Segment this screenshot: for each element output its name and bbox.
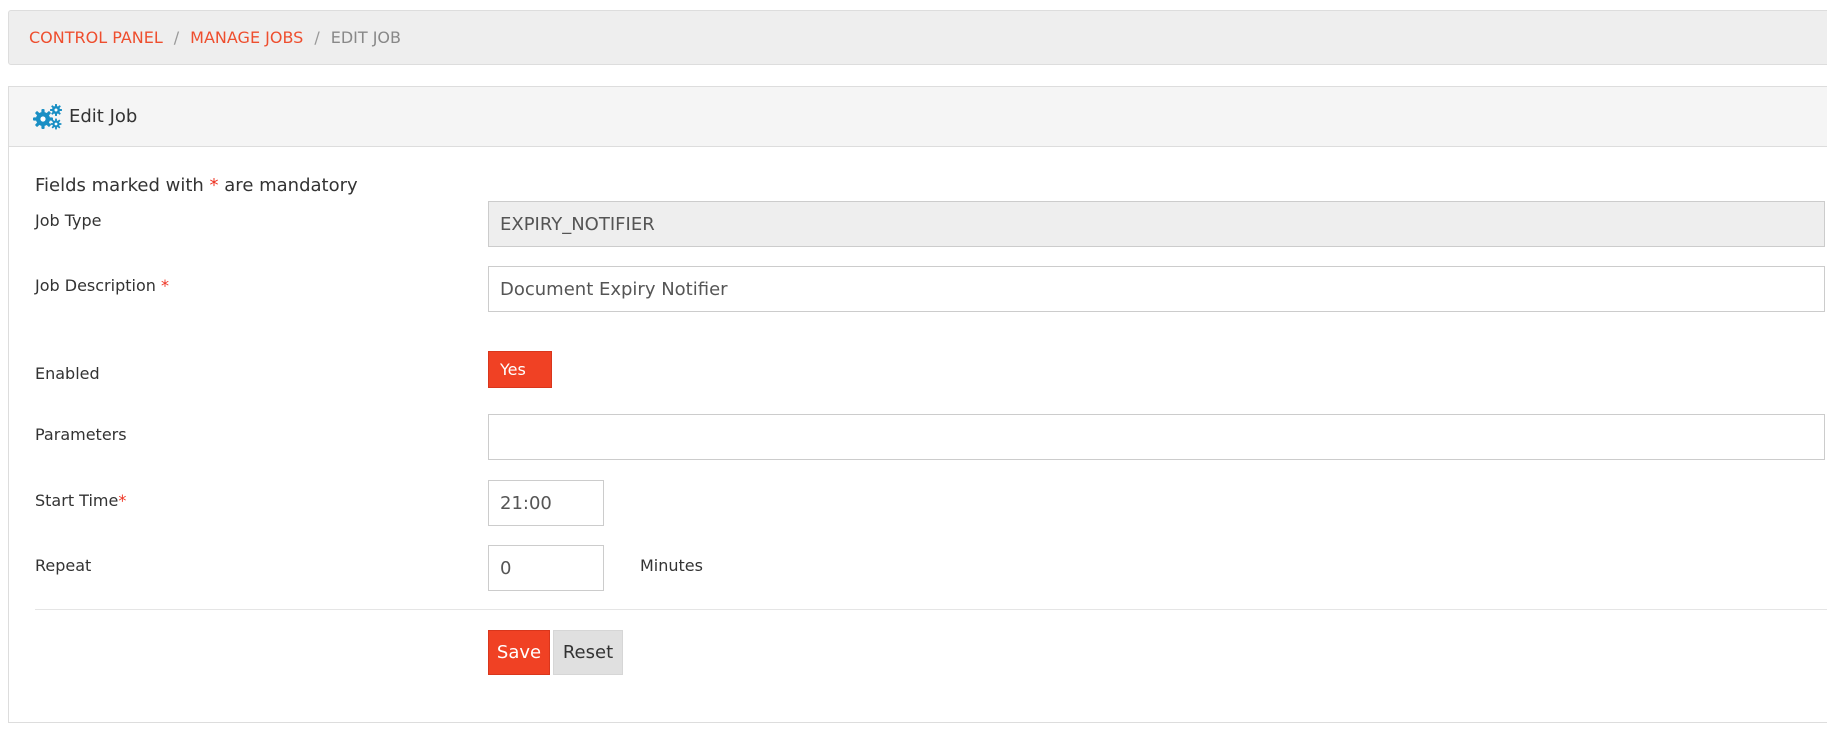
repeat-label: Repeat: [35, 556, 92, 575]
job-type-label: Job Type: [35, 211, 102, 230]
form-divider: [35, 609, 1827, 610]
breadcrumb-separator: /: [314, 28, 320, 47]
panel-title: Edit Job: [69, 106, 138, 127]
repeat-unit-label: Minutes: [640, 556, 703, 575]
repeat-input[interactable]: [488, 545, 604, 591]
required-asterisk: *: [160, 276, 169, 295]
job-description-label: Job Description *: [35, 276, 169, 295]
enabled-label: Enabled: [35, 364, 100, 383]
panel-heading: Edit Job: [9, 87, 1827, 147]
breadcrumb-manage-jobs-link[interactable]: MANAGE JOBS: [190, 28, 303, 47]
start-time-label-text: Start Time: [35, 491, 119, 510]
parameters-label: Parameters: [35, 425, 127, 444]
edit-job-panel: Edit Job Fields marked with * are mandat…: [8, 86, 1827, 723]
job-type-field: [488, 201, 1825, 247]
parameters-input[interactable]: [488, 414, 1825, 460]
start-time-label: Start Time*: [35, 491, 126, 510]
enabled-toggle[interactable]: Yes: [488, 351, 552, 388]
breadcrumb-current: EDIT JOB: [330, 28, 401, 47]
mandatory-note-suffix: are mandatory: [224, 175, 358, 196]
breadcrumb-control-panel-link[interactable]: CONTROL PANEL: [29, 28, 163, 47]
job-description-input[interactable]: [488, 266, 1825, 312]
breadcrumb: CONTROL PANEL / MANAGE JOBS / EDIT JOB: [8, 10, 1827, 65]
job-description-label-text: Job Description: [35, 276, 156, 295]
breadcrumb-separator: /: [173, 28, 180, 47]
save-button[interactable]: Save: [488, 630, 550, 675]
mandatory-note: Fields marked with * are mandatory: [35, 175, 358, 196]
gears-icon: [33, 103, 69, 130]
mandatory-note-prefix: Fields marked with: [35, 175, 204, 196]
reset-button[interactable]: Reset: [553, 630, 623, 675]
required-asterisk: *: [209, 175, 219, 196]
start-time-input[interactable]: [488, 480, 604, 526]
required-asterisk: *: [118, 491, 127, 510]
